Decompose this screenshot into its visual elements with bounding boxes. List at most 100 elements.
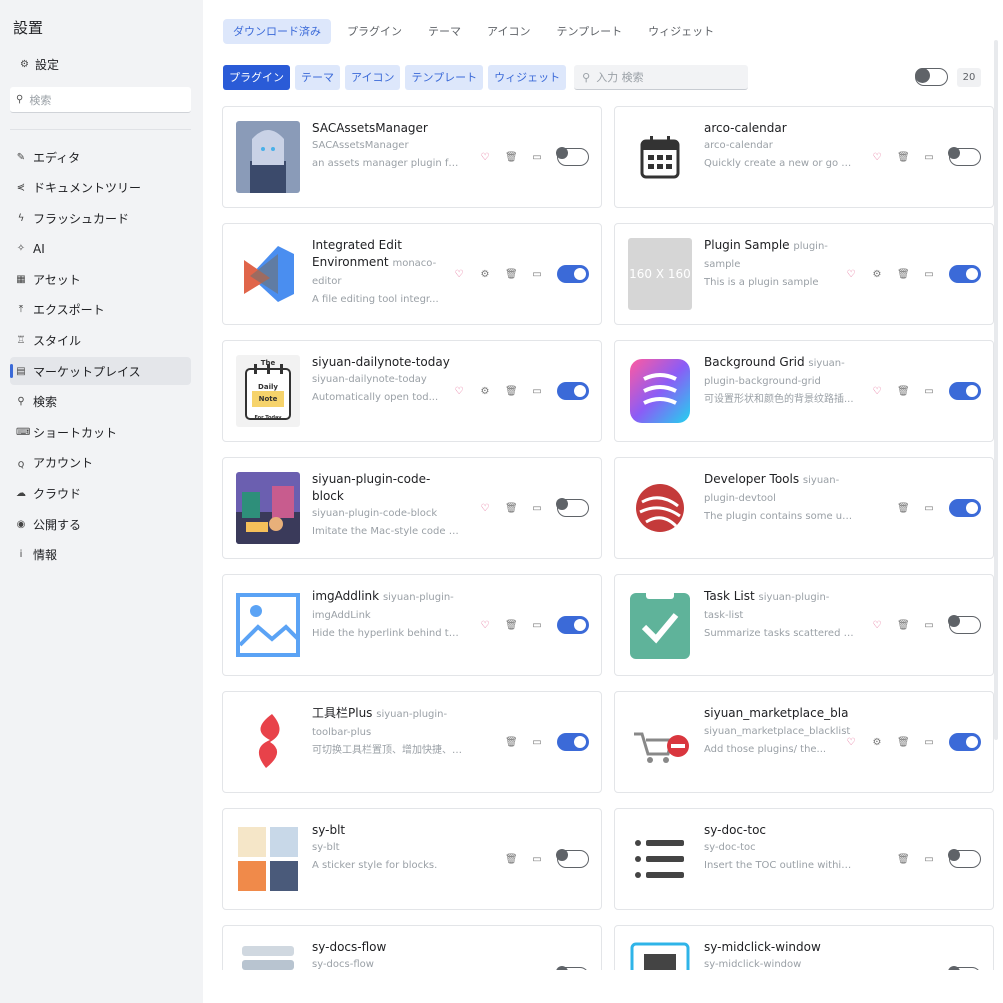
plugin-enable-toggle[interactable] (556, 147, 589, 166)
plugin-card[interactable]: sy-blt sy-blt A sticker style for blocks. 🗑… (222, 808, 602, 910)
plugin-card[interactable]: siyuan_marketplace_bla siyuan_marketplac… (614, 691, 994, 793)
sidebar-item-5[interactable]: ⤒ エクスポート (10, 296, 191, 324)
plugin-enable-toggle[interactable] (557, 733, 589, 751)
heart-icon[interactable]: ♡ (453, 386, 465, 397)
filter-chip-3[interactable]: テンプレート (405, 65, 484, 90)
folder-icon[interactable]: ▭ (531, 620, 543, 631)
heart-icon[interactable]: ♡ (845, 269, 857, 280)
scrollbar[interactable] (994, 40, 998, 740)
trash-icon[interactable]: 🗑 (897, 737, 910, 748)
plugin-card[interactable]: arco-calendar arco-calendar Quickly create… (614, 106, 994, 208)
plugin-enable-toggle[interactable] (948, 147, 981, 166)
tab-5[interactable]: ウィジェット (638, 19, 724, 44)
sidebar-item-12[interactable]: ◉ 公開する (10, 510, 191, 538)
folder-icon[interactable]: ▭ (923, 386, 935, 397)
trash-icon[interactable]: 🗑 (505, 854, 518, 865)
sidebar-item-10[interactable]: ꞯ アカウント (10, 449, 191, 477)
tab-2[interactable]: テーマ (418, 19, 471, 44)
settings-icon[interactable]: ⚙ (479, 386, 491, 397)
folder-icon[interactable]: ▭ (531, 152, 543, 163)
plugin-card[interactable]: 160 X 160 Plugin Sample plugin-sample This… (614, 223, 994, 325)
sidebar-item-6[interactable]: ♖ スタイル (10, 327, 191, 355)
plugin-enable-toggle[interactable] (557, 382, 589, 400)
folder-icon[interactable]: ▭ (923, 854, 935, 865)
plugin-enable-toggle[interactable] (557, 265, 589, 283)
sidebar-item-2[interactable]: ϟ フラッシュカード (10, 204, 191, 232)
plugin-card[interactable]: 工具栏Plus siyuan-plugin-toolbar-plus 可切换工具栏… (222, 691, 602, 793)
sidebar-item-3[interactable]: ✧ AI (10, 235, 191, 263)
tab-0[interactable]: ダウンロード済み (223, 19, 331, 44)
sidebar-item-4[interactable]: ▦ アセット (10, 265, 191, 293)
filter-chip-4[interactable]: ウィジェット (488, 65, 567, 90)
sidebar-item-13[interactable]: i 情報 (10, 541, 191, 569)
heart-icon[interactable]: ♡ (453, 269, 465, 280)
filter-chip-2[interactable]: アイコン (345, 65, 401, 90)
plugin-card[interactable]: sy-docs-flow sy-docs-flow ♡🗑▭ (222, 925, 602, 970)
trash-icon[interactable]: 🗑 (505, 152, 518, 163)
sidebar-item-0[interactable]: ✎ エディタ (10, 143, 191, 171)
trash-icon[interactable]: 🗑 (897, 269, 910, 280)
folder-icon[interactable]: ▭ (531, 269, 543, 280)
tab-1[interactable]: プラグイン (337, 19, 412, 44)
plugin-enable-toggle[interactable] (557, 616, 589, 634)
filter-chip-0[interactable]: プラグイン (223, 65, 290, 90)
settings-icon[interactable]: ⚙ (871, 269, 883, 280)
sidebar-item-8[interactable]: ⚲ 検索 (10, 388, 191, 416)
plugin-enable-toggle[interactable] (556, 498, 589, 517)
tab-4[interactable]: テンプレート (546, 19, 632, 44)
plugin-enable-toggle[interactable] (556, 966, 589, 970)
sidebar-search-input[interactable]: ⚲ 検索 (10, 87, 191, 113)
heart-icon[interactable]: ♡ (479, 620, 491, 631)
settings-link[interactable]: ⚙ 設定 (20, 55, 59, 73)
trash-icon[interactable]: 🗑 (505, 620, 518, 631)
folder-icon[interactable]: ▭ (923, 269, 935, 280)
plugin-card[interactable]: sy-doc-toc sy-doc-toc Insert the TOC outli… (614, 808, 994, 910)
plugin-card[interactable]: imgAddlink siyuan-plugin-imgAddLink Hide … (222, 574, 602, 676)
sidebar-item-9[interactable]: ⌨ ショートカット (10, 418, 191, 446)
plugin-enable-toggle[interactable] (948, 615, 981, 634)
global-enable-toggle[interactable] (915, 68, 948, 86)
plugin-enable-toggle[interactable] (948, 849, 981, 868)
sidebar-item-1[interactable]: ⋞ ドキュメントツリー (10, 174, 191, 202)
trash-icon[interactable]: 🗑 (897, 503, 910, 514)
heart-icon[interactable]: ♡ (479, 152, 491, 163)
heart-icon[interactable]: ♡ (871, 152, 883, 163)
folder-icon[interactable]: ▭ (923, 152, 935, 163)
plugin-card[interactable]: The Daily Note For Today siyuan-dailynote-to… (222, 340, 602, 442)
tab-3[interactable]: アイコン (477, 19, 540, 44)
plugin-enable-toggle[interactable] (949, 733, 981, 751)
plugin-card[interactable]: sy-midclick-window sy-midclick-window ♡🗑▭ (614, 925, 994, 970)
trash-icon[interactable]: 🗑 (505, 737, 518, 748)
plugin-enable-toggle[interactable] (949, 499, 981, 517)
trash-icon[interactable]: 🗑 (897, 854, 910, 865)
plugin-card[interactable]: Task List siyuan-plugin-task-list Summari… (614, 574, 994, 676)
plugin-card[interactable]: siyuan-plugin-code-block siyuan-plugin-co… (222, 457, 602, 559)
folder-icon[interactable]: ▭ (531, 503, 543, 514)
plugin-card[interactable]: Integrated Edit Environment monaco-edito… (222, 223, 602, 325)
marketplace-search-input[interactable]: ⚲ 入力 検索 (574, 65, 749, 90)
folder-icon[interactable]: ▭ (531, 737, 543, 748)
plugin-card[interactable]: Developer Tools siyuan-plugin-devtool The… (614, 457, 994, 559)
heart-icon[interactable]: ♡ (871, 386, 883, 397)
plugin-card[interactable]: SACAssetsManager SACAssetsManager an asset… (222, 106, 602, 208)
sidebar-item-7[interactable]: ▤ マーケットプレイス (10, 357, 191, 386)
folder-icon[interactable]: ▭ (531, 386, 543, 397)
plugin-enable-toggle[interactable] (556, 849, 589, 868)
trash-icon[interactable]: 🗑 (897, 620, 910, 631)
folder-icon[interactable]: ▭ (923, 620, 935, 631)
plugin-card[interactable]: Background Grid siyuan-plugin-background… (614, 340, 994, 442)
plugin-enable-toggle[interactable] (949, 265, 981, 283)
trash-icon[interactable]: 🗑 (897, 386, 910, 397)
heart-icon[interactable]: ♡ (845, 737, 857, 748)
trash-icon[interactable]: 🗑 (505, 503, 518, 514)
plugin-enable-toggle[interactable] (949, 382, 981, 400)
trash-icon[interactable]: 🗑 (505, 386, 518, 397)
plugin-enable-toggle[interactable] (948, 966, 981, 970)
sidebar-item-11[interactable]: ☁ クラウド (10, 480, 191, 508)
folder-icon[interactable]: ▭ (923, 503, 935, 514)
trash-icon[interactable]: 🗑 (505, 269, 518, 280)
settings-icon[interactable]: ⚙ (871, 737, 883, 748)
filter-chip-1[interactable]: テーマ (295, 65, 340, 90)
folder-icon[interactable]: ▭ (923, 737, 935, 748)
heart-icon[interactable]: ♡ (871, 620, 883, 631)
